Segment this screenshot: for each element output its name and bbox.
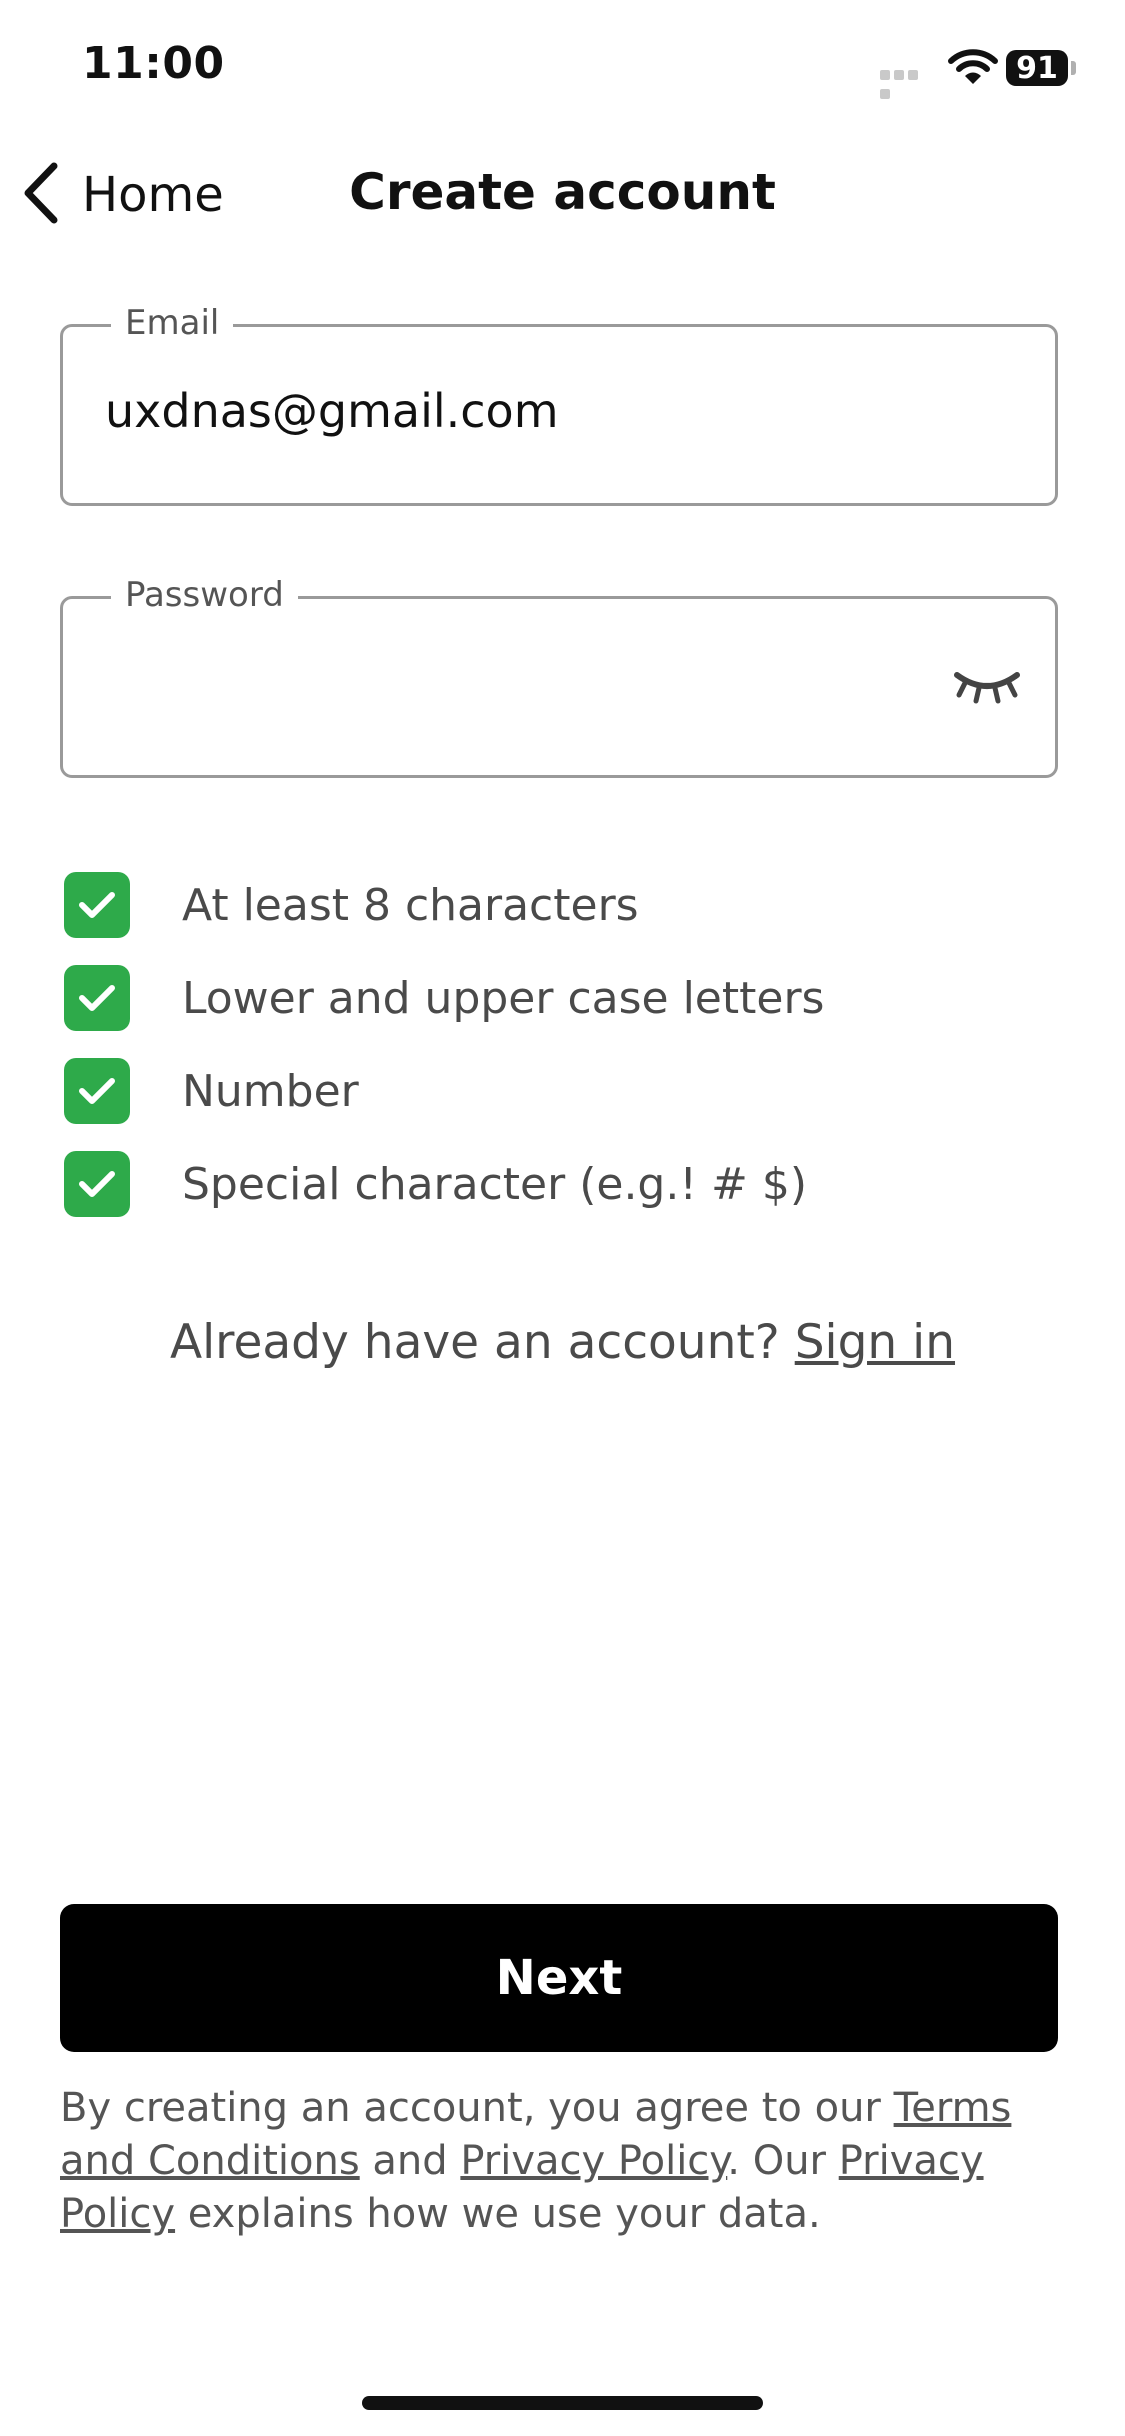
legal-text-part: By creating an account, you agree to our (60, 2085, 894, 2131)
battery-cap (1071, 61, 1076, 75)
requirement-label: Number (182, 1065, 359, 1117)
battery-icon: 91 (1006, 50, 1068, 86)
checkbox-checked-icon (64, 872, 130, 938)
email-field[interactable]: Email (60, 303, 1058, 506)
requirement-item: Special character (e.g.! # $) (64, 1151, 824, 1217)
password-label: Password (111, 575, 298, 615)
requirement-item: At least 8 characters (64, 872, 824, 938)
eye-closed-icon[interactable] (953, 667, 1021, 711)
signin-prompt-text: Already have an account? (169, 1315, 795, 1370)
privacy-policy-link[interactable]: Privacy Policy (460, 2138, 727, 2184)
email-label: Email (111, 303, 234, 343)
checkbox-checked-icon (64, 1058, 130, 1124)
requirement-label: Special character (e.g.! # $) (182, 1158, 807, 1210)
checkbox-checked-icon (64, 1151, 130, 1217)
email-input[interactable] (105, 371, 955, 451)
signal-icon (880, 70, 935, 99)
requirement-label: At least 8 characters (182, 879, 639, 931)
status-time: 11:00 (82, 38, 225, 89)
battery-level: 91 (1016, 50, 1058, 86)
legal-text-part: explains how we use your data. (175, 2191, 821, 2237)
requirement-item: Lower and upper case letters (64, 965, 824, 1031)
chevron-left-icon (20, 162, 60, 228)
password-input[interactable] (105, 643, 955, 723)
legal-text-part: and (359, 2138, 461, 2184)
legal-text: By creating an account, you agree to our… (60, 2082, 1070, 2241)
password-field[interactable]: Password (60, 575, 1058, 778)
checkbox-checked-icon (64, 965, 130, 1031)
signin-prompt: Already have an account? Sign in (0, 1315, 1125, 1370)
password-requirements: At least 8 characters Lower and upper ca… (64, 872, 824, 1244)
back-button[interactable]: Home (20, 160, 224, 230)
back-label: Home (82, 167, 224, 223)
home-indicator[interactable] (362, 2396, 763, 2410)
legal-text-part: . Our (727, 2138, 839, 2184)
wifi-icon (948, 48, 998, 88)
next-button[interactable]: Next (60, 1904, 1058, 2052)
signin-link[interactable]: Sign in (795, 1315, 955, 1370)
requirement-label: Lower and upper case letters (182, 972, 825, 1024)
requirement-item: Number (64, 1058, 824, 1124)
